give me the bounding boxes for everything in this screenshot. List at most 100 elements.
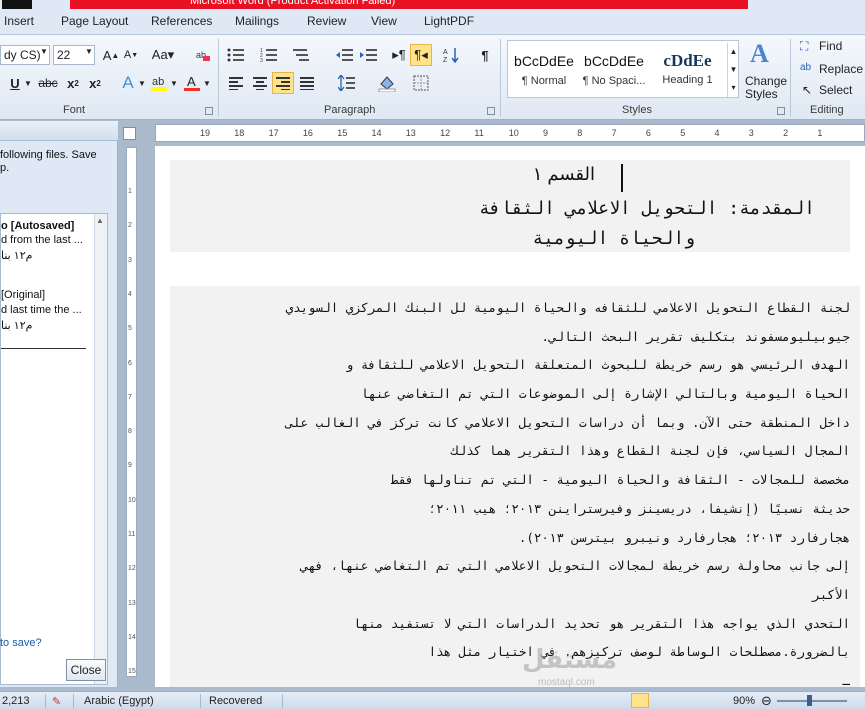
recovery-item-date: م١٢ بنا — [1, 320, 33, 332]
align-left-icon[interactable] — [225, 72, 247, 94]
text-cursor — [621, 164, 623, 192]
scroll-up-icon[interactable]: ▲ — [96, 216, 104, 225]
align-right-icon[interactable] — [272, 72, 294, 94]
ruler-tick-label: 4 — [714, 128, 720, 138]
style-normal[interactable]: bCcDdEe ¶ Normal — [508, 41, 580, 96]
tab-insert[interactable]: Insert — [4, 14, 34, 28]
underline-button[interactable]: U — [4, 72, 26, 94]
recovery-item-title[interactable]: [Original] — [1, 288, 45, 302]
change-styles-button[interactable]: Change Styles — [745, 75, 790, 101]
help-link[interactable]: to save? — [0, 637, 42, 649]
replace-button[interactable]: Replace — [819, 62, 863, 76]
bullets-icon[interactable] — [225, 44, 247, 66]
body-line: بالضرورة.مصطلحات الوساطة لوصف تركيزهم. ف… — [428, 644, 850, 660]
ruler-tick-label: 13 — [128, 599, 136, 607]
decrease-indent-icon[interactable] — [334, 44, 356, 66]
ruler-tick-label: 19 — [200, 128, 211, 138]
grow-font-icon[interactable]: A ▲ — [100, 44, 122, 66]
font-name-dropdown-icon[interactable]: ▼ — [40, 47, 48, 56]
change-styles-icon[interactable]: A — [750, 39, 769, 69]
shrink-font-icon[interactable]: A ▼ — [120, 44, 142, 66]
sort-icon[interactable]: AZ — [441, 44, 463, 66]
outline-view-icon[interactable] — [691, 693, 709, 708]
multilevel-list-icon[interactable] — [290, 44, 312, 66]
shading-icon[interactable] — [376, 72, 398, 94]
ruler-tick-label: 12 — [128, 565, 136, 573]
zoom-out-icon[interactable]: ⊖ — [761, 693, 772, 709]
line-spacing-icon[interactable] — [336, 72, 358, 94]
styles-dialog-launcher-icon[interactable] — [777, 107, 785, 115]
full-screen-reading-icon[interactable] — [651, 693, 669, 708]
style-sample: cDdEe — [663, 51, 712, 70]
style-heading-1[interactable]: cDdEe Heading 1 — [650, 41, 725, 96]
word-count[interactable]: 2,213 — [2, 695, 30, 707]
styles-scroll-icon[interactable]: ▲ ▼ ▾ — [727, 43, 739, 97]
tab-selector-icon[interactable] — [123, 127, 136, 140]
horizontal-ruler[interactable]: 19 18 17 16 15 14 13 12 11 10 9 8 7 6 5 4 3 2 1 — [155, 124, 865, 142]
print-layout-view-icon[interactable] — [631, 693, 649, 708]
style-name: ¶ Normal — [521, 75, 567, 87]
font-size-dropdown-icon[interactable]: ▼ — [85, 47, 93, 56]
draft-view-icon[interactable] — [711, 693, 729, 708]
style-no-spacing[interactable]: bCcDdEe ¶ No Spaci... — [578, 41, 650, 96]
tab-mailings[interactable]: Mailings — [235, 14, 279, 28]
superscript-button[interactable]: x2 — [84, 72, 106, 94]
tab-references[interactable]: References — [151, 14, 212, 28]
body-line: الهدف الرئيسي هو رسم خريطة للبحوث المتعل… — [345, 357, 850, 373]
proofing-icon[interactable]: ✎ — [52, 695, 61, 708]
borders-icon[interactable] — [410, 72, 432, 94]
subscript-button[interactable]: x2 — [62, 72, 84, 94]
tab-review[interactable]: Review — [307, 14, 346, 28]
document-page[interactable]: القسم ١ المقدمة: التحويل الاعلامي الثقاف… — [155, 146, 865, 687]
font-dialog-launcher-icon[interactable] — [205, 107, 213, 115]
left-to-right-icon[interactable]: ▸¶ — [388, 44, 410, 66]
minimize-icon[interactable] — [815, 0, 835, 9]
divider — [73, 694, 74, 708]
find-button[interactable]: Find — [819, 39, 842, 53]
increase-indent-icon[interactable] — [358, 44, 380, 66]
watermark-url: mostaql.com — [538, 677, 595, 687]
paragraph-dialog-launcher-icon[interactable] — [487, 107, 495, 115]
ruler-tick-label: 1 — [128, 188, 132, 195]
recovery-item-title[interactable]: o [Autosaved] — [1, 219, 74, 233]
strikethrough-button[interactable]: abc — [37, 72, 59, 94]
font-color-dropdown-icon[interactable]: ▼ — [203, 79, 211, 88]
change-case-icon[interactable]: Aa▾ — [152, 44, 174, 66]
recovery-scrollbar[interactable]: ▲ ▼ — [94, 214, 107, 684]
zoom-slider-thumb[interactable] — [807, 695, 812, 706]
window-title: Microsoft Word (Product Activation Faile… — [70, 0, 748, 9]
justify-icon[interactable] — [296, 72, 318, 94]
ruler-tick-label: 11 — [128, 531, 136, 538]
right-to-left-icon[interactable]: ¶◂ — [410, 44, 432, 66]
ruler-tick-label: 9 — [543, 128, 549, 138]
language-indicator[interactable]: Arabic (Egypt) — [84, 695, 154, 707]
zoom-slider[interactable] — [777, 700, 847, 702]
tab-page-layout[interactable]: Page Layout — [61, 14, 128, 28]
text-effects-dropdown-icon[interactable]: ▼ — [138, 79, 146, 88]
tab-view[interactable]: View — [371, 14, 397, 28]
vertical-ruler[interactable]: 1 2 3 4 5 6 7 8 9 10 11 12 13 14 15 — [126, 147, 137, 677]
tab-lightpdf[interactable]: LightPDF — [424, 14, 474, 28]
watermark-logo: مستقل — [522, 644, 618, 674]
show-marks-icon[interactable]: ¶ — [474, 44, 496, 66]
web-layout-icon[interactable] — [671, 693, 689, 708]
align-center-icon[interactable] — [249, 72, 271, 94]
zoom-level[interactable]: 90% — [733, 695, 755, 707]
clear-formatting-icon[interactable]: ab — [192, 44, 214, 66]
ruler-tick-label: 7 — [611, 128, 617, 138]
ruler-tick-label: 8 — [577, 128, 583, 138]
underline-dropdown-icon[interactable]: ▼ — [24, 79, 32, 88]
pane-header — [0, 121, 118, 141]
highlight-dropdown-icon[interactable]: ▼ — [170, 79, 178, 88]
font-color-icon[interactable]: A — [181, 72, 203, 94]
recovery-message: following files. Save p. — [0, 149, 97, 175]
heading-line: المقدمة: التحويل الاعلامي الثقافة — [479, 198, 815, 219]
heading-line: والحياة اليومية — [532, 228, 695, 249]
ruler-tick-label: 6 — [645, 128, 651, 138]
ruler-tick-label: 7 — [128, 393, 132, 401]
close-button[interactable]: Close — [66, 659, 106, 681]
select-button[interactable]: Select — [819, 83, 852, 97]
text-effects-icon[interactable]: A — [117, 72, 139, 94]
numbering-icon[interactable]: 123 — [258, 44, 280, 66]
highlight-icon[interactable]: ab — [148, 72, 170, 94]
